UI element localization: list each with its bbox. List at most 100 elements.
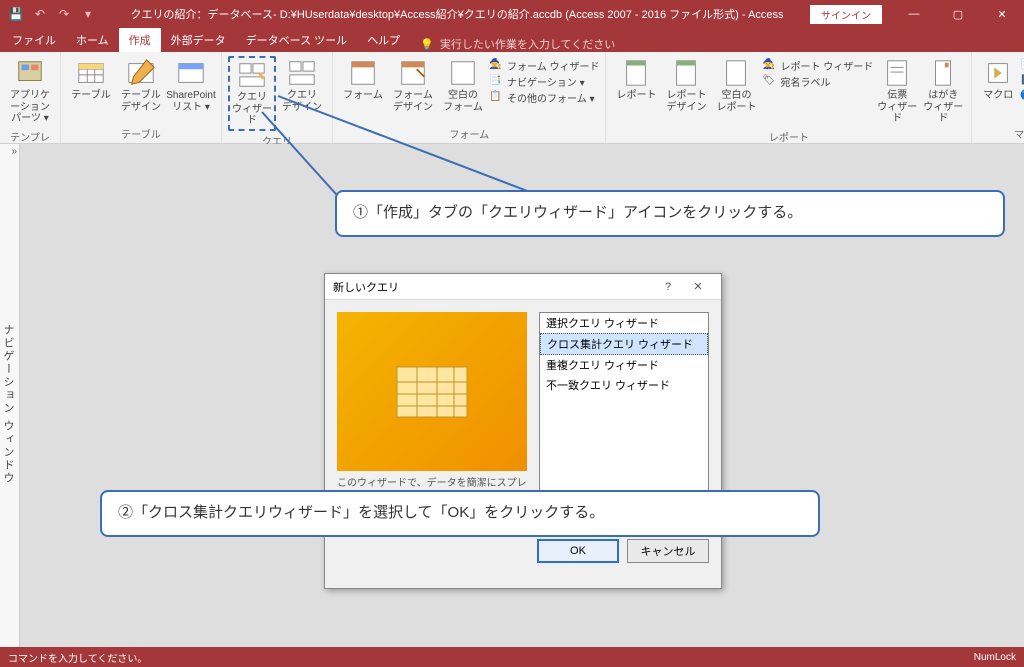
blank-report-button[interactable]: 空白の レポート	[712, 56, 760, 115]
sharepoint-icon	[176, 58, 206, 88]
navigation-pane[interactable]: » ナビゲーション ウィンドウ	[0, 144, 20, 647]
visual-basic-button[interactable]: 🔵Visual Basic	[1020, 90, 1024, 104]
tab-file[interactable]: ファイル	[2, 28, 66, 52]
other-forms-icon: 📋	[489, 91, 503, 105]
macros-small-list: 📄標準モジュール 📘クラス モジュール 🔵Visual Basic	[1020, 56, 1024, 104]
new-query-dialog: 新しいクエリ ? ✕ このウィザードで、データを簡潔にスプレッドシートのようなフ…	[324, 273, 722, 589]
option-unmatched-query[interactable]: 不一致クエリ ウィザード	[540, 375, 708, 395]
group-label-forms: フォーム	[339, 124, 599, 143]
ribbon-tab-bar: ファイル ホーム 作成 外部データ データベース ツール ヘルプ 💡 実行したい…	[0, 28, 1024, 52]
lightbulb-icon: 💡	[420, 38, 434, 51]
maximize-button[interactable]: ▢	[936, 0, 980, 28]
group-reports: レポート レポート デザイン 空白の レポート 🧙レポート ウィザード 🏷宛名ラ…	[606, 52, 972, 143]
option-crosstab-query[interactable]: クロス集計クエリ ウィザード	[540, 333, 708, 355]
hagaki-label: はがき ウィザード	[923, 90, 963, 125]
other-forms-button[interactable]: 📋その他のフォーム ▾	[489, 90, 599, 105]
signin-button[interactable]: サインイン	[810, 5, 882, 24]
table-design-label: テーブル デザイン	[121, 90, 161, 113]
tell-me-label: 実行したい作業を入力してください	[440, 36, 615, 52]
dialog-help-button[interactable]: ?	[653, 281, 683, 293]
form-wizard-button[interactable]: 🧙フォーム ウィザード	[489, 58, 599, 73]
group-macros: マクロ 📄標準モジュール 📘クラス モジュール 🔵Visual Basic マク…	[972, 52, 1024, 143]
blank-form-button[interactable]: 空白の フォーム	[439, 56, 487, 115]
query-design-label: クエリ デザイン	[282, 90, 322, 113]
dialog-preview-pane: このウィザードで、データを簡潔にスプレッドシートのようなフォーマットで表示するク…	[337, 312, 527, 516]
form-label: フォーム	[343, 90, 383, 102]
hagaki-wizard-button[interactable]: はがき ウィザード	[921, 56, 965, 127]
option-select-query[interactable]: 選択クエリ ウィザード	[540, 313, 708, 333]
tab-database-tools[interactable]: データベース ツール	[236, 28, 358, 52]
blank-report-label: 空白の レポート	[716, 90, 756, 113]
report-button[interactable]: レポート	[612, 56, 660, 104]
forms-small-list: 🧙フォーム ウィザード 📑ナビゲーション ▾ 📋その他のフォーム ▾	[489, 56, 599, 105]
navigation-button[interactable]: 📑ナビゲーション ▾	[489, 74, 599, 89]
tab-home[interactable]: ホーム	[66, 28, 119, 52]
application-parts-label: アプリケーション パーツ ▾	[8, 90, 52, 125]
query-design-icon	[287, 58, 317, 88]
wizard-options-listbox[interactable]: 選択クエリ ウィザード クロス集計クエリ ウィザード 重複クエリ ウィザード 不…	[539, 312, 709, 516]
tab-help[interactable]: ヘルプ	[357, 28, 410, 52]
dialog-close-button[interactable]: ✕	[683, 280, 713, 293]
class-module-icon: 📘	[1020, 75, 1024, 89]
macro-button[interactable]: マクロ	[978, 56, 1018, 104]
group-tables: テーブル テーブル デザイン SharePoint リスト ▾ テーブル	[61, 52, 222, 143]
navigation-icon: 📑	[489, 75, 503, 89]
group-templates: アプリケーション パーツ ▾ テンプレート	[0, 52, 61, 143]
denpyo-wizard-button[interactable]: 伝票 ウィザード	[875, 56, 919, 127]
labels-button[interactable]: 🏷宛名ラベル	[762, 74, 873, 89]
tell-me-search[interactable]: 💡 実行したい作業を入力してください	[410, 36, 625, 52]
report-wizard-button[interactable]: 🧙レポート ウィザード	[762, 58, 873, 73]
callout-step-1: ①「作成」タブの「クエリウィザード」アイコンをクリックする。	[335, 190, 1005, 237]
window-controls: — ▢ ✕	[892, 0, 1024, 28]
title-bar: 💾 ↶ ↷ ▾ クエリの紹介：データベース- D:¥HUserdata¥desk…	[0, 0, 1024, 28]
option-duplicate-query[interactable]: 重複クエリ ウィザード	[540, 355, 708, 375]
class-module-button[interactable]: 📘クラス モジュール	[1020, 74, 1024, 89]
minimize-button[interactable]: —	[892, 0, 936, 28]
undo-icon[interactable]: ↶	[30, 4, 50, 24]
report-wizard-icon: 🧙	[762, 59, 776, 73]
tab-external-data[interactable]: 外部データ	[161, 28, 236, 52]
window-title: クエリの紹介：データベース- D:¥HUserdata¥desktop¥Acce…	[104, 6, 810, 22]
form-design-label: フォーム デザイン	[393, 90, 433, 113]
form-design-button[interactable]: フォーム デザイン	[389, 56, 437, 115]
report-design-label: レポート デザイン	[666, 90, 706, 113]
report-design-icon	[671, 58, 701, 88]
reports-small-list: 🧙レポート ウィザード 🏷宛名ラベル	[762, 56, 873, 89]
query-wizard-label: クエリ ウィザード	[232, 92, 272, 127]
application-parts-button[interactable]: アプリケーション パーツ ▾	[6, 56, 54, 127]
group-label-macros: マクロとコード	[978, 124, 1024, 143]
status-numlock: NumLock	[974, 652, 1016, 663]
report-design-button[interactable]: レポート デザイン	[662, 56, 710, 115]
sharepoint-lists-button[interactable]: SharePoint リスト ▾	[167, 56, 215, 115]
navigation-pane-label: ナビゲーション ウィンドウ	[0, 144, 18, 485]
query-wizard-button[interactable]: クエリ ウィザード	[228, 56, 276, 131]
table-button[interactable]: テーブル	[67, 56, 115, 104]
table-design-button[interactable]: テーブル デザイン	[117, 56, 165, 115]
vb-icon: 🔵	[1020, 90, 1024, 104]
blank-form-label: 空白の フォーム	[443, 90, 483, 113]
sharepoint-label: SharePoint リスト ▾	[166, 90, 215, 113]
close-button[interactable]: ✕	[980, 0, 1024, 28]
std-module-button[interactable]: 📄標準モジュール	[1020, 58, 1024, 73]
macro-label: マクロ	[983, 90, 1013, 102]
form-button[interactable]: フォーム	[339, 56, 387, 104]
nav-expand-icon[interactable]: »	[11, 146, 17, 157]
query-design-button[interactable]: クエリ デザイン	[278, 56, 326, 115]
macro-icon	[983, 58, 1013, 88]
tab-create[interactable]: 作成	[119, 28, 161, 52]
dialog-title: 新しいクエリ	[333, 279, 399, 295]
group-label-tables: テーブル	[67, 124, 215, 143]
group-label-reports: レポート	[612, 127, 965, 146]
qat-customize-icon[interactable]: ▾	[78, 4, 98, 24]
denpyo-label: 伝票 ウィザード	[877, 90, 917, 125]
ok-button[interactable]: OK	[537, 539, 619, 563]
redo-icon[interactable]: ↷	[54, 4, 74, 24]
form-design-icon	[398, 58, 428, 88]
module-icon: 📄	[1020, 59, 1024, 73]
table-design-icon	[126, 58, 156, 88]
denpyo-icon	[882, 58, 912, 88]
application-parts-icon	[15, 58, 45, 88]
cancel-button[interactable]: キャンセル	[627, 539, 709, 563]
save-icon[interactable]: 💾	[6, 4, 26, 24]
callout-step-2-text: ②「クロス集計クエリウィザード」を選択して「OK」をクリックする。	[118, 504, 604, 521]
